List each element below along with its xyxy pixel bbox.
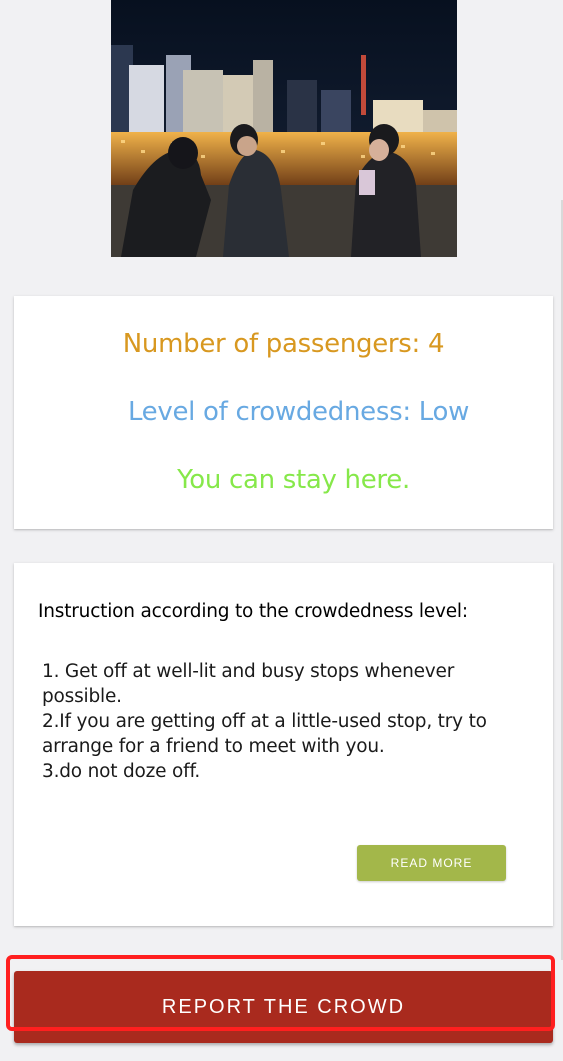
advice-text: You can stay here. (177, 465, 410, 495)
instruction-item: 1. Get off at well-lit and busy stops wh… (42, 661, 455, 707)
instruction-item: 3.do not doze off. (42, 761, 201, 782)
instruction-item: 2.If you are getting off at a little-use… (42, 711, 487, 757)
passenger-count: Number of passengers: 4 (122, 329, 445, 359)
instruction-list: 1. Get off at well-lit and busy stops wh… (42, 659, 522, 784)
instruction-card: Instruction according to the crowdedness… (14, 563, 553, 926)
report-button-highlight (6, 955, 555, 1031)
app-screen: Number of passengers: 4 Level of crowded… (0, 0, 563, 1061)
crowd-status-card: Number of passengers: 4 Level of crowded… (14, 296, 553, 529)
crowd-photo-image (111, 0, 457, 257)
instruction-title: Instruction according to the crowdedness… (38, 601, 468, 622)
crowdedness-level: Level of crowdedness: Low (127, 397, 470, 427)
crowd-photo (111, 0, 457, 257)
read-more-button[interactable]: READ MORE (357, 845, 506, 881)
